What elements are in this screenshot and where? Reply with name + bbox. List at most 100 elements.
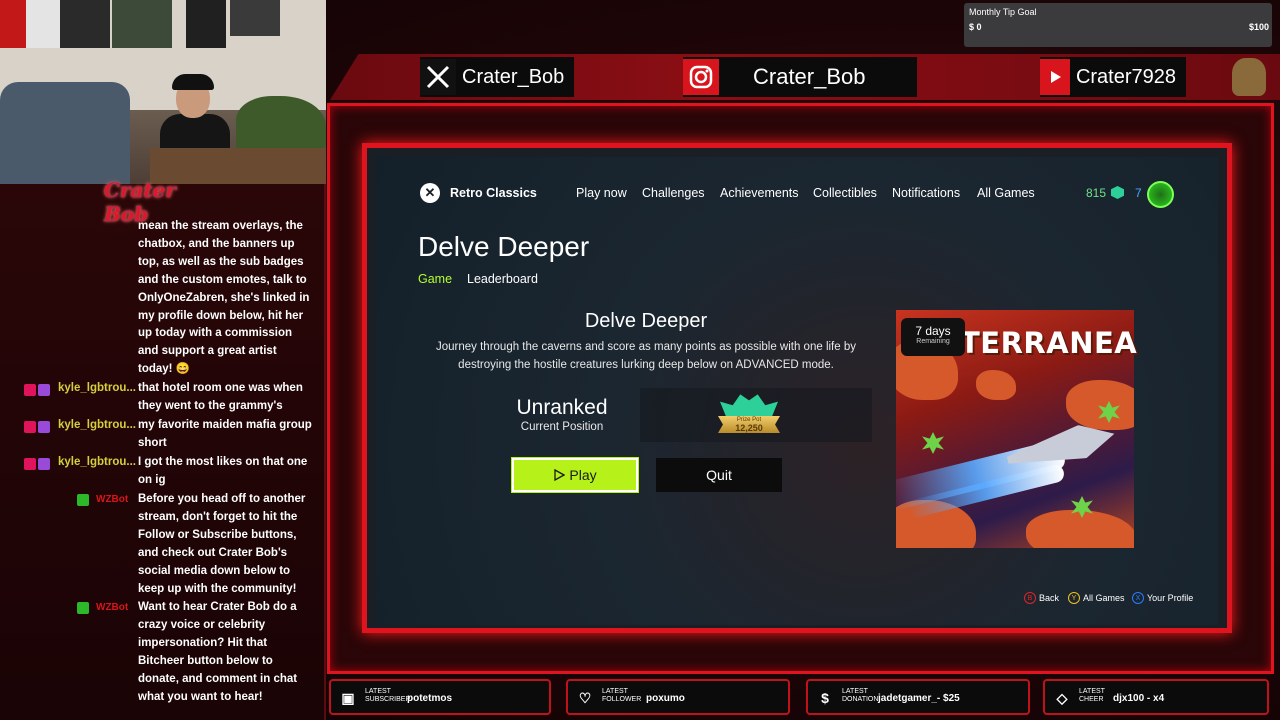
- flag-poster: [26, 0, 60, 48]
- twitch-icon: ▣: [341, 689, 355, 706]
- poster: [186, 0, 226, 48]
- latest-subscriber: ▣ LATEST SUBSCRIBER potetmos: [329, 679, 551, 715]
- diamond-icon: ◇: [1056, 689, 1068, 706]
- social-x[interactable]: Crater_Bob: [420, 57, 575, 97]
- hint-label: Your Profile: [1147, 593, 1194, 603]
- artwork-title: TERRANEA: [960, 326, 1138, 360]
- hint-label: All Games: [1083, 593, 1125, 603]
- heart-badge-icon: [24, 384, 36, 396]
- social-name: Crater7928: [1075, 65, 1176, 88]
- plant: [236, 96, 326, 156]
- nav-play-now[interactable]: Play now: [576, 186, 627, 200]
- xbox-logo-icon[interactable]: ✕: [420, 183, 440, 203]
- event-value: poxumo: [646, 693, 685, 704]
- chat-username[interactable]: kyle_lgbtrou...: [58, 454, 136, 472]
- y-button-icon: Y: [1068, 592, 1080, 604]
- social-instagram[interactable]: Crater_Bob: [683, 57, 917, 97]
- quit-button[interactable]: Quit: [656, 458, 782, 492]
- event-label: LATEST DONATION: [842, 688, 879, 703]
- chat-message-text: Before you head off to another stream, d…: [138, 493, 306, 595]
- hint-all-games[interactable]: Y All Games: [1068, 592, 1125, 604]
- days-remaining-label: Remaining: [916, 338, 950, 345]
- tip-goal-min: $ 0: [969, 22, 982, 32]
- hint-your-profile[interactable]: X Your Profile: [1132, 592, 1193, 604]
- position-label: Current Position: [520, 421, 604, 433]
- play-button[interactable]: Play: [512, 458, 638, 492]
- days-remaining: 7 days: [915, 324, 951, 338]
- prize-pot-ribbon: Prize Pot 12,250: [718, 416, 780, 433]
- flag-poster: [0, 0, 26, 48]
- days-remaining-badge: 7 days Remaining: [901, 318, 965, 356]
- tab-leaderboard[interactable]: Leaderboard: [467, 272, 538, 286]
- poster: [230, 0, 280, 36]
- hint-back[interactable]: B Back: [1024, 592, 1059, 604]
- chat-username[interactable]: WZBot: [96, 599, 128, 617]
- latest-donation: $ LATEST DONATION jadetgamer_- $25: [806, 679, 1030, 715]
- checkmark-badge-icon: [77, 602, 89, 614]
- tab-game[interactable]: Game: [418, 272, 452, 286]
- poster: [60, 0, 110, 48]
- nav-challenges[interactable]: Challenges: [642, 186, 705, 200]
- social-youtube[interactable]: Crater7928: [1040, 57, 1186, 97]
- gamerscore: 815: [1086, 186, 1107, 200]
- play-button-label: Play: [569, 467, 597, 483]
- chat-message-text: I got the most likes on that one on ig: [138, 456, 308, 486]
- instagram-icon: [683, 59, 719, 95]
- tip-goal-title: Monthly Tip Goal: [969, 7, 1037, 17]
- nav-brand[interactable]: Retro Classics: [450, 186, 537, 200]
- prize-amount: 12,250: [735, 422, 763, 433]
- chat-username[interactable]: kyle_lgbtrou...: [58, 380, 136, 398]
- poster: [112, 0, 172, 48]
- level-count: 7: [1135, 186, 1142, 200]
- challenge-description: Journey through the caverns and score as…: [436, 341, 856, 371]
- event-label: LATEST FOLLOWER: [602, 688, 642, 703]
- event-value: jadetgamer_- $25: [878, 693, 960, 704]
- nav-achievements[interactable]: Achievements: [720, 186, 799, 200]
- page-title: Delve Deeper: [418, 231, 590, 262]
- latest-cheer: ◇ LATEST CHEER djx100 - x4: [1043, 679, 1269, 715]
- mascot-icon: [1232, 58, 1266, 96]
- challenge-title: Delve Deeper: [584, 310, 708, 332]
- event-label: LATEST CHEER: [1079, 688, 1105, 703]
- sub-badge-icon: [38, 384, 50, 396]
- chat-username[interactable]: kyle_lgbtrou...: [58, 417, 136, 435]
- x-button-icon: X: [1132, 592, 1144, 604]
- b-button-icon: B: [1024, 592, 1036, 604]
- event-value: potetmos: [407, 693, 452, 704]
- checkmark-badge-icon: [77, 494, 89, 506]
- webcam-feed: [0, 0, 326, 184]
- chat-message-text: that hotel room one was when they went t…: [138, 382, 303, 412]
- user-badges: [24, 421, 50, 433]
- social-name: Crater_Bob: [753, 64, 866, 89]
- position-value: Unranked: [516, 396, 608, 419]
- nav-notifications[interactable]: Notifications: [892, 186, 960, 200]
- user-badges: [24, 458, 50, 470]
- chat-message-text: Want to hear Crater Bob do a crazy voice…: [138, 601, 298, 703]
- user-badges: [77, 602, 89, 614]
- dollar-icon: $: [821, 690, 829, 706]
- quit-button-label: Quit: [706, 467, 732, 483]
- play-icon: [554, 469, 566, 481]
- tip-goal-max: $100: [1248, 22, 1269, 32]
- nav-all-games[interactable]: All Games: [977, 186, 1035, 200]
- event-value: djx100 - x4: [1113, 693, 1165, 704]
- profile-avatar[interactable]: [1147, 181, 1174, 208]
- latest-follower: ♡ LATEST FOLLOWER poxumo: [566, 679, 790, 715]
- chat-username[interactable]: WZBot: [96, 491, 128, 509]
- nav-collectibles[interactable]: Collectibles: [813, 186, 877, 200]
- heart-icon: ♡: [578, 689, 592, 706]
- chat-message-text: mean the stream overlays, the chatbox, a…: [138, 220, 310, 376]
- user-badges: [24, 384, 50, 396]
- sub-badge-icon: [38, 421, 50, 433]
- chat-message-text: my favorite maiden mafia group short: [138, 419, 312, 449]
- sub-badge-icon: [38, 458, 50, 470]
- rock-shape: [976, 370, 1016, 400]
- tip-goal-widget: Monthly Tip Goal $ 0 $100: [964, 3, 1272, 47]
- streamer-cap: [172, 74, 214, 90]
- rock-shape: [1026, 510, 1134, 548]
- rock-shape: [1066, 380, 1134, 430]
- x-icon: [420, 59, 456, 95]
- couch: [0, 82, 130, 184]
- heart-badge-icon: [24, 458, 36, 470]
- user-badges: [77, 494, 89, 506]
